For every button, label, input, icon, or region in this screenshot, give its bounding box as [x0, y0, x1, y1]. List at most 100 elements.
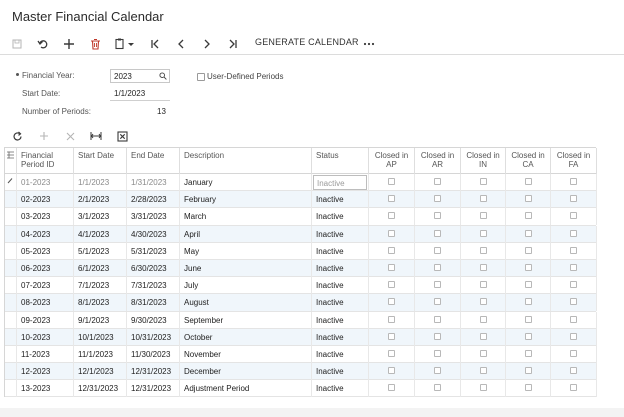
cell-period-id[interactable]: 02-2023	[17, 191, 74, 209]
cell-description[interactable]: April	[180, 225, 312, 243]
delete-icon[interactable]	[86, 35, 104, 53]
cell-closed-fa[interactable]	[551, 345, 597, 363]
checkbox[interactable]	[524, 367, 532, 375]
save-icon[interactable]	[8, 35, 26, 53]
header-closed-ca[interactable]: Closed in CA	[506, 148, 551, 174]
table-row[interactable]: 13-2023 12/31/2023 12/31/2023 Adjustment Pe…	[5, 380, 597, 398]
user-defined-periods-checkbox[interactable]	[197, 73, 205, 81]
row-selector[interactable]	[5, 328, 17, 346]
checkbox[interactable]	[524, 332, 532, 340]
cell-description[interactable]: August	[180, 294, 312, 312]
cell-closed-ap[interactable]	[369, 363, 415, 381]
cell-closed-ca[interactable]	[506, 328, 551, 346]
checkbox[interactable]	[388, 195, 395, 203]
cell-description[interactable]: July	[180, 277, 312, 295]
table-row[interactable]: 04-2023 4/1/2023 4/30/2023 April Inactive	[5, 225, 597, 243]
table-row[interactable]: 07-2023 7/1/2023 7/31/2023 July Inactive	[5, 277, 597, 295]
cell-closed-ar[interactable]	[415, 208, 461, 226]
cell-start-date[interactable]: 6/1/2023	[74, 259, 127, 277]
cell-start-date[interactable]: 7/1/2023	[74, 277, 127, 295]
cell-status[interactable]: Inactive	[312, 242, 369, 260]
cell-closed-fa[interactable]	[551, 174, 597, 191]
cell-closed-in[interactable]	[461, 363, 506, 381]
cell-end-date[interactable]: 12/31/2023	[127, 380, 180, 398]
row-selector[interactable]	[5, 242, 17, 260]
cell-end-date[interactable]: 10/31/2023	[127, 328, 180, 346]
checkbox[interactable]	[388, 367, 395, 375]
cell-status[interactable]: Inactive	[312, 345, 369, 363]
cell-description[interactable]: March	[180, 208, 312, 226]
cell-status[interactable]: Inactive	[312, 277, 369, 295]
cell-period-id[interactable]: 12-2023	[17, 363, 74, 381]
cell-period-id[interactable]: 01-2023	[17, 174, 74, 191]
cell-closed-fa[interactable]	[551, 225, 597, 243]
cell-closed-ap[interactable]	[369, 259, 415, 277]
first-record-icon[interactable]	[146, 35, 164, 53]
cell-start-date[interactable]: 2/1/2023	[74, 191, 127, 209]
cell-closed-ca[interactable]	[506, 242, 551, 260]
cell-closed-ar[interactable]	[415, 191, 461, 209]
cell-description[interactable]: November	[180, 345, 312, 363]
cell-closed-fa[interactable]	[551, 328, 597, 346]
cell-closed-in[interactable]	[461, 208, 506, 226]
checkbox[interactable]	[570, 178, 577, 185]
table-row[interactable]: 11-2023 11/1/2023 11/30/2023 November Inacti…	[5, 345, 597, 364]
cell-description[interactable]: February	[180, 191, 312, 209]
cell-description[interactable]: June	[180, 259, 312, 277]
cell-end-date[interactable]: 5/31/2023	[127, 242, 180, 260]
checkbox[interactable]	[524, 315, 532, 323]
checkbox[interactable]	[479, 332, 487, 340]
cell-status[interactable]: Inactive	[312, 311, 369, 329]
checkbox[interactable]	[524, 229, 532, 237]
checkbox[interactable]	[479, 246, 487, 254]
checkbox[interactable]	[524, 246, 532, 254]
cell-period-id[interactable]: 11-2023	[17, 345, 74, 363]
row-selector[interactable]	[5, 345, 17, 363]
more-icon[interactable]	[360, 35, 378, 53]
cell-closed-ca[interactable]	[506, 311, 551, 329]
header-closed-fa[interactable]: Closed in FA	[551, 148, 597, 174]
cell-closed-fa[interactable]	[551, 294, 597, 312]
checkbox[interactable]	[434, 384, 441, 392]
cell-closed-in[interactable]	[461, 225, 506, 243]
checkbox[interactable]	[388, 332, 395, 340]
cell-closed-in[interactable]	[461, 259, 506, 277]
cell-closed-ap[interactable]	[369, 277, 415, 295]
cell-status[interactable]: Inactive	[312, 191, 369, 209]
cell-closed-in[interactable]	[461, 345, 506, 363]
row-selector[interactable]	[5, 191, 17, 209]
checkbox[interactable]	[479, 263, 487, 271]
checkbox[interactable]	[570, 367, 577, 375]
header-start-date[interactable]: Start Date	[74, 148, 127, 174]
cell-start-date[interactable]: 10/1/2023	[74, 328, 127, 346]
cell-closed-ar[interactable]	[415, 277, 461, 295]
cell-closed-in[interactable]	[461, 277, 506, 295]
cell-end-date[interactable]: 12/31/2023	[127, 363, 180, 381]
checkbox[interactable]	[388, 384, 395, 392]
cell-period-id[interactable]: 10-2023	[17, 328, 74, 346]
cell-closed-in[interactable]	[461, 242, 506, 260]
checkbox[interactable]	[388, 281, 395, 289]
checkbox[interactable]	[388, 212, 395, 220]
checkbox[interactable]	[479, 178, 487, 185]
cell-start-date[interactable]: 11/1/2023	[74, 345, 127, 363]
cell-description[interactable]: December	[180, 363, 312, 381]
cell-closed-ap[interactable]	[369, 191, 415, 209]
checkbox[interactable]	[479, 281, 487, 289]
checkbox[interactable]	[570, 332, 577, 340]
checkbox[interactable]	[434, 246, 441, 254]
cell-period-id[interactable]: 04-2023	[17, 225, 74, 243]
cell-closed-in[interactable]	[461, 294, 506, 312]
cell-closed-in[interactable]	[461, 191, 506, 209]
checkbox[interactable]	[434, 178, 441, 185]
cell-start-date[interactable]: 4/1/2023	[74, 225, 127, 243]
cell-start-date[interactable]: 1/1/2023	[74, 174, 127, 191]
cell-status[interactable]: Inactive	[312, 225, 369, 243]
checkbox[interactable]	[479, 315, 487, 323]
cell-end-date[interactable]: 1/31/2023	[127, 174, 180, 191]
cell-closed-in[interactable]	[461, 311, 506, 329]
cell-description[interactable]: Adjustment Period	[180, 380, 312, 398]
status-input[interactable]: Inactive	[313, 175, 367, 190]
cell-closed-ap[interactable]	[369, 345, 415, 363]
cell-end-date[interactable]: 4/30/2023	[127, 225, 180, 243]
